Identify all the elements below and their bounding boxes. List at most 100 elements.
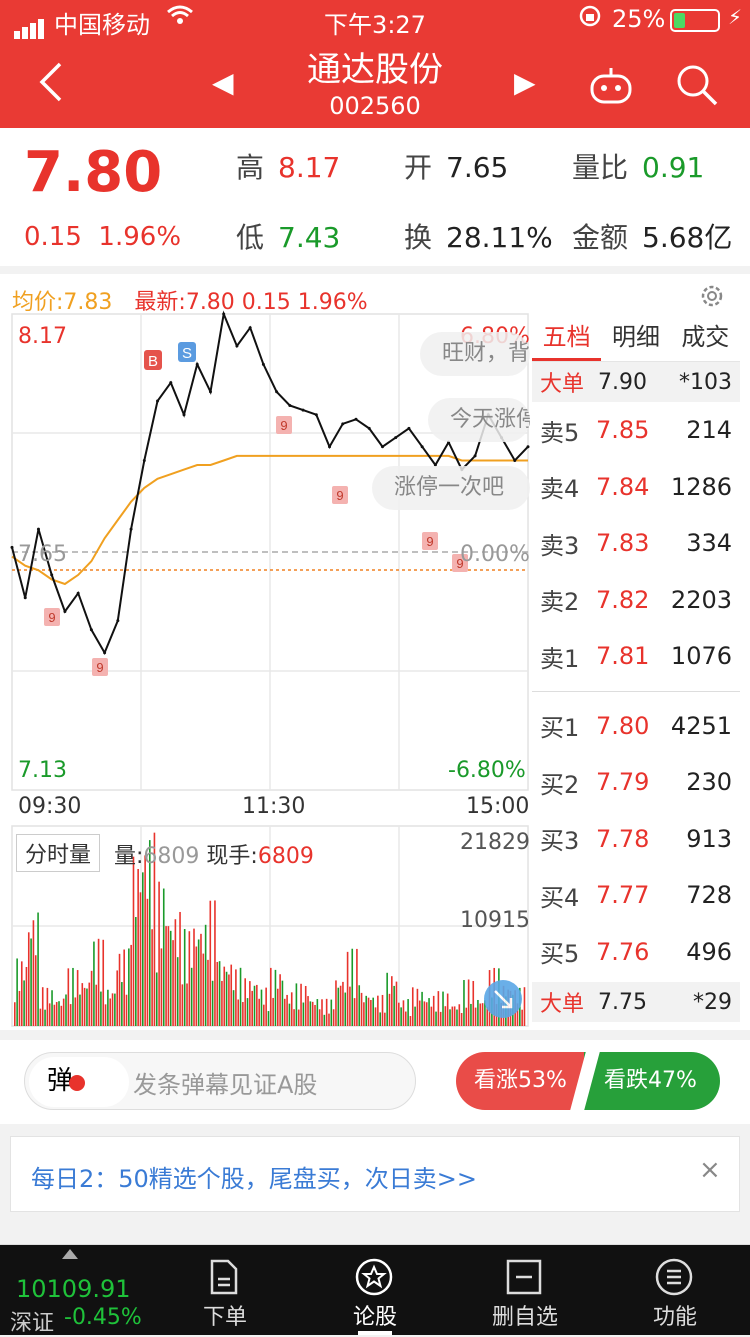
volume-bar bbox=[228, 974, 230, 1026]
big-order-price: 7.75 bbox=[598, 989, 647, 1015]
bid-level-label: 买2 bbox=[540, 770, 580, 799]
volume-bar bbox=[414, 1006, 416, 1026]
volume-bar bbox=[223, 966, 226, 1026]
stock-code: 002560 bbox=[329, 92, 421, 120]
volume-bar bbox=[477, 999, 479, 1026]
price-point bbox=[354, 417, 358, 421]
price-point bbox=[248, 326, 252, 330]
battery-icon bbox=[670, 9, 720, 32]
volume-bar bbox=[407, 999, 409, 1026]
ask-level-row: 卖3 7.83 334 bbox=[532, 515, 740, 572]
bid-level-price: 7.76 bbox=[596, 937, 650, 966]
index-ticker[interactable]: 10109.91 深证 -0.45% bbox=[0, 1245, 150, 1336]
volume-bar bbox=[62, 998, 65, 1026]
danmaku-icon[interactable]: 弹 bbox=[29, 1057, 129, 1107]
volume-bar bbox=[123, 949, 125, 1026]
volume-bar bbox=[251, 990, 253, 1026]
volume-bar bbox=[151, 929, 153, 1026]
volume-bar bbox=[39, 1008, 42, 1026]
bid-levels: 买1 7.80 4251 买2 7.79 230 买3 7.78 913 买4 7.77 728 买5 7… bbox=[532, 698, 740, 981]
tab-trades[interactable]: 成交 bbox=[671, 314, 740, 361]
nav-order[interactable]: 下单 bbox=[150, 1245, 300, 1335]
volume-bar bbox=[372, 997, 374, 1026]
price-point bbox=[301, 408, 305, 412]
volume-bar bbox=[116, 970, 118, 1026]
promo-text[interactable]: 每日2：50精选个股，尾盘买，次日卖>> bbox=[31, 1159, 477, 1194]
bearish-vote-button[interactable]: 看跌47% bbox=[584, 1052, 720, 1110]
volume-bar bbox=[377, 995, 379, 1026]
volume-bar bbox=[216, 961, 219, 1026]
volume-bar bbox=[432, 995, 435, 1026]
volume-bar bbox=[18, 990, 21, 1026]
volume-bar bbox=[225, 971, 228, 1026]
robot-icon[interactable] bbox=[588, 66, 634, 104]
price-point bbox=[36, 527, 40, 531]
big-order-label: 大单 bbox=[540, 372, 585, 397]
bid-level-price: 7.79 bbox=[596, 768, 650, 797]
ask-level-price: 7.83 bbox=[596, 529, 650, 558]
volume-bar bbox=[400, 1007, 402, 1026]
volume-bar bbox=[135, 917, 137, 1026]
check-icon bbox=[69, 1075, 86, 1091]
quote-panel: 7.80 0.15 1.96% 高 8.17 开 7.65 量比 0.91 低 7.43… bbox=[0, 128, 750, 266]
price-point bbox=[394, 436, 398, 440]
volume-bar bbox=[242, 1002, 244, 1026]
volume-bar bbox=[342, 981, 344, 1026]
danmaku-input[interactable]: 弹 发条弹幕见证A股 bbox=[24, 1052, 416, 1110]
vol-mid-label: 10915 bbox=[460, 908, 530, 933]
volume-bar bbox=[446, 993, 449, 1026]
volume-bar bbox=[67, 968, 70, 1026]
volume-bar bbox=[335, 980, 337, 1026]
price-point bbox=[10, 545, 14, 549]
volume-bar bbox=[167, 926, 170, 1026]
volume-bar bbox=[258, 998, 260, 1026]
volume-bar bbox=[309, 1001, 312, 1026]
price-point bbox=[513, 458, 517, 462]
volume-bar bbox=[230, 964, 233, 1026]
volume-bar bbox=[107, 989, 109, 1026]
volume-bar bbox=[300, 983, 302, 1026]
promo-banner[interactable]: 每日2：50精选个股，尾盘买，次日卖>> × bbox=[10, 1136, 740, 1212]
volume-bar bbox=[190, 967, 193, 1026]
sell-marker-label: S bbox=[182, 345, 192, 362]
index-percent: -0.45% bbox=[64, 1305, 142, 1330]
turnover-label: 换 bbox=[404, 221, 433, 254]
pct-zero-label: 0.00% bbox=[460, 542, 530, 567]
nav-functions[interactable]: 功能 bbox=[600, 1245, 750, 1335]
next-stock-button[interactable]: ▶ bbox=[514, 66, 536, 99]
bid-level-row: 买2 7.79 230 bbox=[532, 754, 740, 811]
ask-level-label: 卖1 bbox=[540, 644, 580, 673]
search-icon[interactable] bbox=[674, 62, 720, 108]
minus-box-icon bbox=[506, 1259, 542, 1295]
tab-five-levels[interactable]: 五档 bbox=[532, 314, 602, 361]
volume-bar bbox=[239, 967, 242, 1026]
big-order-top: 大单 7.90 *103 bbox=[532, 362, 740, 402]
bid-level-volume: 728 bbox=[686, 881, 732, 910]
nav-forum[interactable]: 论股 bbox=[300, 1245, 450, 1335]
volume-bar bbox=[323, 1014, 326, 1026]
big-order-price: 7.90 bbox=[598, 369, 647, 395]
volume-bar bbox=[260, 989, 263, 1026]
expand-chart-icon[interactable] bbox=[484, 980, 522, 1018]
volume-bar bbox=[479, 1003, 482, 1026]
close-icon[interactable]: × bbox=[699, 1155, 721, 1185]
volume-bar bbox=[337, 987, 340, 1026]
nine-signal-label: 9 bbox=[336, 488, 343, 503]
volume-chart-toggle[interactable]: 分时量 bbox=[16, 834, 101, 872]
nine-signal-label: 9 bbox=[96, 660, 103, 675]
nine-signal-label: 9 bbox=[48, 610, 55, 625]
nav-remove-watchlist[interactable]: 删自选 bbox=[450, 1245, 600, 1335]
ask-level-row: 卖5 7.85 214 bbox=[532, 402, 740, 459]
volume-bar bbox=[246, 998, 249, 1026]
volume-bar bbox=[20, 961, 23, 1026]
ask-level-price: 7.81 bbox=[596, 642, 650, 671]
turnover-value: 28.11% bbox=[446, 221, 553, 254]
ask-level-row: 卖1 7.81 1076 bbox=[532, 628, 740, 685]
tab-details[interactable]: 明细 bbox=[601, 314, 670, 361]
nine-signal-marker: 9 bbox=[332, 486, 348, 504]
ask-level-label: 卖4 bbox=[540, 475, 580, 504]
volume-bar bbox=[79, 994, 81, 1026]
nav-functions-label: 功能 bbox=[652, 1305, 697, 1330]
volume-bar bbox=[30, 938, 32, 1026]
high-label: 高 bbox=[236, 151, 265, 184]
